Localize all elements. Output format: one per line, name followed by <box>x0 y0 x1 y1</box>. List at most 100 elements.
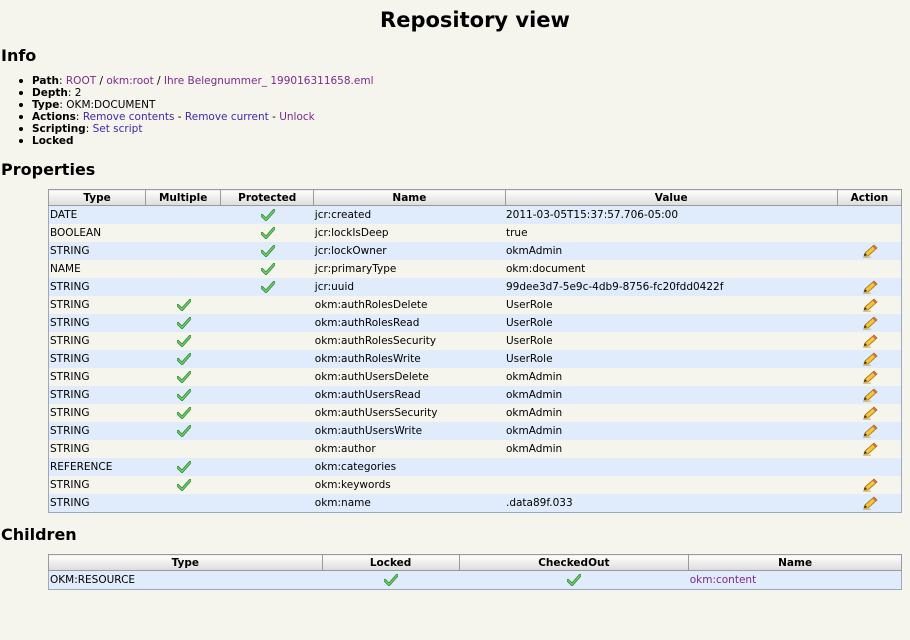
property-protected <box>220 350 314 368</box>
property-type: STRING <box>48 332 146 350</box>
property-value: okmAdmin <box>505 242 838 260</box>
remove-current-link[interactable]: Remove current <box>185 111 269 123</box>
property-name: okm:authUsersSecurity <box>313 404 505 422</box>
property-action <box>837 260 902 278</box>
check-icon <box>260 209 275 221</box>
check-icon <box>176 317 191 329</box>
check-icon <box>567 574 582 586</box>
child-type: OKM:RESOURCE <box>48 570 323 590</box>
table-row: STRING okm:authRolesRead UserRole <box>48 314 902 332</box>
table-row: STRING jcr:lockOwner okmAdmin <box>48 242 902 260</box>
depth-label: Depth <box>32 87 68 99</box>
property-multiple <box>145 440 221 458</box>
property-name: jcr:created <box>313 205 505 224</box>
property-multiple <box>145 205 221 224</box>
pencil-icon[interactable] <box>862 442 878 456</box>
property-value: UserRole <box>505 332 838 350</box>
property-type: NAME <box>48 260 146 278</box>
path-label: Path <box>32 75 59 87</box>
property-type: STRING <box>48 350 146 368</box>
remove-contents-link[interactable]: Remove contents <box>83 111 175 123</box>
child-name: okm:content <box>688 570 902 590</box>
pencil-icon[interactable] <box>862 370 878 384</box>
property-value: UserRole <box>505 350 838 368</box>
property-multiple <box>145 422 221 440</box>
property-action <box>837 368 902 386</box>
pencil-icon[interactable] <box>862 280 878 294</box>
property-type: STRING <box>48 386 146 404</box>
col-action-header: Action <box>836 189 903 206</box>
property-name: jcr:primaryType <box>313 260 505 278</box>
check-icon <box>384 574 399 586</box>
check-icon <box>176 353 191 365</box>
pencil-icon[interactable] <box>862 496 878 510</box>
property-action <box>837 476 902 494</box>
property-name: okm:authUsersWrite <box>313 422 505 440</box>
actions-separator: - <box>268 111 280 123</box>
property-protected <box>220 296 314 314</box>
table-row: DATE jcr:created 2011-03-05T15:37:57.706-0… <box>48 205 902 224</box>
property-action <box>837 296 902 314</box>
property-protected <box>220 386 314 404</box>
unlock-link[interactable]: Unlock <box>279 111 315 123</box>
property-action <box>837 440 902 458</box>
path-document-link[interactable]: Ihre Belegnummer_ 199016311658.eml <box>164 75 374 87</box>
property-value <box>505 476 838 494</box>
property-protected <box>220 404 314 422</box>
path-okm-root-link[interactable]: okm:root <box>106 75 153 87</box>
table-row: STRING okm:authUsersWrite okmAdmin <box>48 422 902 440</box>
children-heading: Children <box>1 525 77 544</box>
child-col-type-header: Type <box>48 554 323 571</box>
info-list: Path: ROOT / okm:root / Ihre Belegnummer… <box>0 75 374 147</box>
child-name-link[interactable]: okm:content <box>690 574 756 586</box>
pencil-icon[interactable] <box>862 424 878 438</box>
property-value: okmAdmin <box>505 422 838 440</box>
info-scripting: Scripting: Set script <box>19 123 374 135</box>
property-name: okm:authRolesRead <box>313 314 505 332</box>
property-name: okm:authRolesSecurity <box>313 332 505 350</box>
property-name: okm:keywords <box>313 476 505 494</box>
property-protected <box>220 440 314 458</box>
col-name-header: Name <box>313 189 506 206</box>
check-icon <box>260 263 275 275</box>
property-multiple <box>145 260 221 278</box>
pencil-icon[interactable] <box>862 334 878 348</box>
properties-table: Type Multiple Protected Name Value Actio… <box>47 189 903 513</box>
check-icon <box>176 389 191 401</box>
children-body: OKM:RESOURCE okm:content <box>48 570 902 590</box>
child-locked <box>322 570 459 590</box>
property-protected <box>220 242 314 260</box>
pencil-icon[interactable] <box>862 478 878 492</box>
property-value: okm:document <box>505 260 838 278</box>
property-multiple <box>145 350 221 368</box>
pencil-icon[interactable] <box>862 352 878 366</box>
property-protected <box>220 224 314 242</box>
table-row: STRING okm:author okmAdmin <box>48 440 902 458</box>
property-protected <box>220 314 314 332</box>
actions-label: Actions <box>32 111 76 123</box>
property-type: STRING <box>48 440 146 458</box>
type-value: OKM:DOCUMENT <box>66 99 156 111</box>
check-icon <box>260 227 275 239</box>
pencil-icon[interactable] <box>862 406 878 420</box>
property-action <box>837 494 902 513</box>
info-heading: Info <box>1 46 37 65</box>
children-table: Type Locked CheckedOut Name OKM:RESOURCE… <box>48 554 902 590</box>
property-value: true <box>505 224 838 242</box>
pencil-icon[interactable] <box>862 298 878 312</box>
pencil-icon[interactable] <box>862 316 878 330</box>
property-protected <box>220 458 314 476</box>
property-action <box>837 386 902 404</box>
pencil-icon[interactable] <box>862 388 878 402</box>
property-type: STRING <box>48 422 146 440</box>
property-action <box>837 332 902 350</box>
table-row: STRING jcr:uuid 99dee3d7-5e9c-4db9-8756-fc… <box>48 278 902 296</box>
property-value: 99dee3d7-5e9c-4db9-8756-fc20fdd0422f <box>505 278 838 296</box>
set-script-link[interactable]: Set script <box>93 123 143 135</box>
path-separator: / <box>96 75 107 87</box>
property-protected <box>220 332 314 350</box>
property-name: okm:authUsersDelete <box>313 368 505 386</box>
check-icon <box>176 461 191 473</box>
pencil-icon[interactable] <box>862 244 878 258</box>
path-root-link[interactable]: ROOT <box>66 75 96 87</box>
